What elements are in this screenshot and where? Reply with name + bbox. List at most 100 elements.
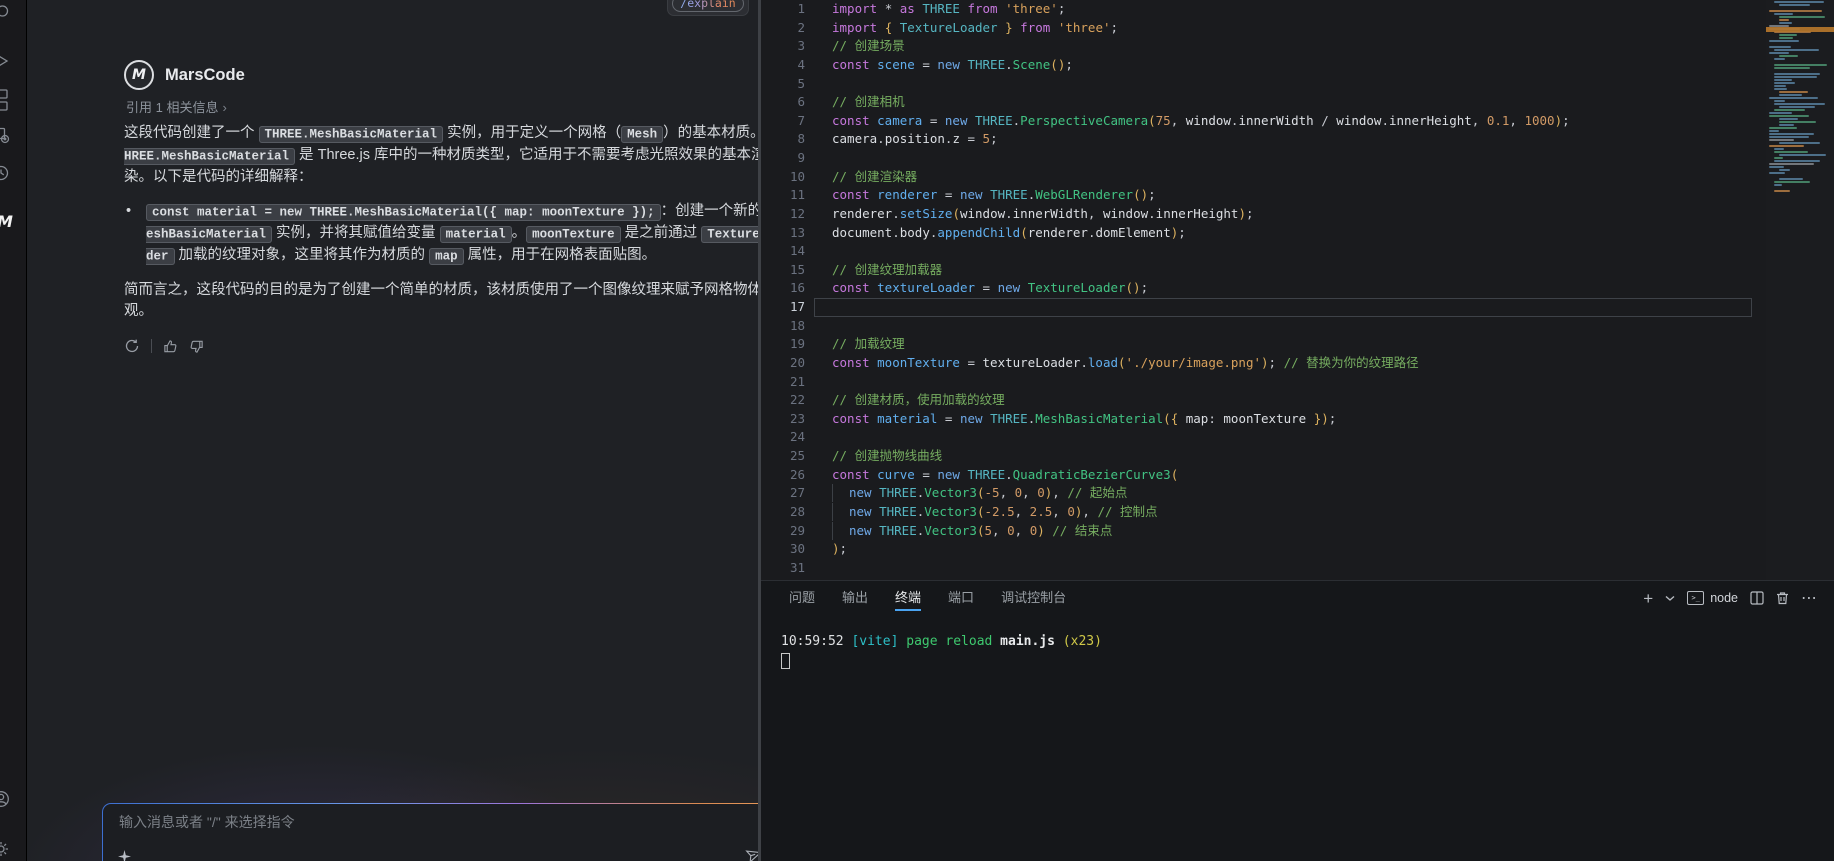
code-line[interactable]: 27new THREE.Vector3(-5, 0, 0), // 起始点 — [761, 484, 1752, 503]
code-text[interactable]: // 加载纹理 — [805, 335, 1752, 354]
extensions-icon[interactable] — [0, 88, 27, 118]
terminal-dropdown-button[interactable] — [1665, 594, 1675, 602]
code-line[interactable]: 22// 创建材质，使用加载的纹理 — [761, 391, 1752, 410]
line-number: 2 — [761, 19, 805, 38]
panel-tab-终端[interactable]: 终端 — [895, 583, 921, 613]
thumbs-down-button[interactable] — [189, 339, 204, 354]
code-text[interactable]: const moonTexture = textureLoader.load('… — [805, 354, 1752, 373]
code-line[interactable]: 3// 创建场景 — [761, 37, 1752, 56]
panel-tab-调试控制台[interactable]: 调试控制台 — [1001, 583, 1066, 613]
code-line[interactable]: 9 — [761, 149, 1752, 168]
code-line[interactable]: 14 — [761, 242, 1752, 261]
code-line[interactable]: 24 — [761, 428, 1752, 447]
reference-toggle[interactable]: 引用 1 相关信息› — [126, 97, 227, 116]
code-line[interactable]: 13document.body.appendChild(renderer.dom… — [761, 224, 1752, 243]
code-line[interactable]: 25// 创建抛物线曲线 — [761, 447, 1752, 466]
marscode-activity-icon[interactable]: M — [0, 212, 27, 234]
panel-tab-输出[interactable]: 输出 — [842, 583, 868, 613]
terminal-output[interactable]: 10:59:52 [vite] page reload main.js (x23… — [781, 633, 1102, 650]
code-text[interactable]: // 创建抛物线曲线 — [805, 447, 1752, 466]
code-line[interactable]: 16const textureLoader = new TextureLoade… — [761, 279, 1752, 298]
minimap[interactable] — [1766, 0, 1834, 580]
code-line[interactable]: 23const material = new THREE.MeshBasicMa… — [761, 410, 1752, 429]
panel-tab-问题[interactable]: 问题 — [789, 583, 815, 613]
minimap-line — [1769, 115, 1809, 117]
code-line[interactable]: 8camera.position.z = 5; — [761, 130, 1752, 149]
code-line[interactable]: 4const scene = new THREE.Scene(); — [761, 56, 1752, 75]
code-text[interactable]: import * as THREE from 'three'; — [805, 0, 1752, 19]
code-text[interactable] — [805, 149, 1752, 168]
code-line[interactable]: 7const camera = new THREE.PerspectiveCam… — [761, 112, 1752, 131]
code-line[interactable]: 30); — [761, 540, 1752, 559]
split-terminal-button[interactable] — [1750, 591, 1764, 605]
code-line[interactable]: 29new THREE.Vector3(5, 0, 0) // 结束点 — [761, 522, 1752, 541]
panel-tab-端口[interactable]: 端口 — [948, 583, 974, 613]
code-text[interactable]: ); — [805, 540, 1752, 559]
code-line[interactable]: 6// 创建相机 — [761, 93, 1752, 112]
code-text[interactable] — [805, 559, 1752, 578]
panel-resize-sash[interactable] — [758, 0, 761, 861]
explain-command-chip[interactable]: /explain — [667, 0, 749, 16]
code-line[interactable]: 11const renderer = new THREE.WebGLRender… — [761, 186, 1752, 205]
code-text[interactable] — [805, 373, 1752, 392]
code-line[interactable]: 20const moonTexture = textureLoader.load… — [761, 354, 1752, 373]
code-text[interactable]: const renderer = new THREE.WebGLRenderer… — [805, 186, 1752, 205]
sparkle-icon[interactable] — [118, 850, 131, 861]
code-line[interactable]: 10// 创建渲染器 — [761, 168, 1752, 187]
code-text[interactable]: new THREE.Vector3(-5, 0, 0), // 起始点 — [805, 484, 1752, 503]
account-icon[interactable] — [0, 790, 27, 812]
code-text[interactable]: new THREE.Vector3(-2.5, 2.5, 0), // 控制点 — [805, 503, 1752, 522]
code-line[interactable]: 31 — [761, 559, 1752, 578]
code-text[interactable]: // 创建材质，使用加载的纹理 — [805, 391, 1752, 410]
code-line[interactable]: 21 — [761, 373, 1752, 392]
code-line[interactable]: 12renderer.setSize(window.innerWidth, wi… — [761, 205, 1752, 224]
code-line[interactable]: 5 — [761, 75, 1752, 94]
code-text[interactable] — [805, 75, 1752, 94]
code-text[interactable]: const scene = new THREE.Scene(); — [805, 56, 1752, 75]
code-text[interactable]: const curve = new THREE.QuadraticBezierC… — [805, 466, 1752, 485]
code-text[interactable] — [805, 242, 1752, 261]
code-line[interactable]: 18 — [761, 317, 1752, 336]
terminal-shell-label: node — [1710, 591, 1738, 605]
regenerate-button[interactable] — [124, 338, 140, 354]
kill-terminal-button[interactable] — [1776, 591, 1789, 605]
terminal-instance-node[interactable]: >_ node — [1687, 591, 1738, 605]
explain-command-label: /explain — [672, 0, 743, 12]
code-text[interactable]: // 创建渲染器 — [805, 168, 1752, 187]
code-line[interactable]: 17 — [761, 298, 1752, 317]
code-lines[interactable]: 1import * as THREE from 'three';2import … — [761, 0, 1752, 580]
thumbs-up-button[interactable] — [163, 339, 178, 354]
code-text[interactable] — [805, 317, 1752, 336]
code-line[interactable]: 28new THREE.Vector3(-2.5, 2.5, 0), // 控制… — [761, 503, 1752, 522]
code-line[interactable]: 26const curve = new THREE.QuadraticBezie… — [761, 466, 1752, 485]
code-text[interactable] — [805, 428, 1752, 447]
reference-label: 引用 1 相关信息 — [126, 100, 218, 115]
code-text[interactable]: document.body.appendChild(renderer.domEl… — [805, 224, 1752, 243]
code-text[interactable]: import { TextureLoader } from 'three'; — [805, 19, 1752, 38]
code-text[interactable]: const textureLoader = new TextureLoader(… — [805, 279, 1752, 298]
code-text[interactable]: camera.position.z = 5; — [805, 130, 1752, 149]
code-editor[interactable]: 1import * as THREE from 'three';2import … — [761, 0, 1834, 580]
inline-code-chip: const material = new THREE.MeshBasicMate… — [146, 204, 661, 221]
new-terminal-button[interactable]: + — [1643, 590, 1653, 607]
code-text[interactable]: // 创建相机 — [805, 93, 1752, 112]
code-text[interactable]: renderer.setSize(window.innerWidth, wind… — [805, 205, 1752, 224]
remote-containers-icon[interactable] — [0, 126, 27, 148]
code-line[interactable]: 19// 加载纹理 — [761, 335, 1752, 354]
code-text[interactable]: const camera = new THREE.PerspectiveCame… — [805, 112, 1752, 131]
run-debug-icon[interactable] — [0, 52, 27, 74]
code-text[interactable]: new THREE.Vector3(5, 0, 0) // 结束点 — [805, 522, 1752, 541]
code-line[interactable]: 15// 创建纹理加载器 — [761, 261, 1752, 280]
code-text[interactable]: // 创建纹理加载器 — [805, 261, 1752, 280]
chat-input[interactable] — [119, 814, 719, 830]
code-line[interactable]: 1import * as THREE from 'three'; — [761, 0, 1752, 19]
history-icon[interactable] — [0, 164, 27, 186]
settings-gear-icon[interactable] — [0, 840, 27, 861]
code-text[interactable]: // 创建场景 — [805, 37, 1752, 56]
code-text[interactable] — [814, 298, 1752, 317]
code-text[interactable]: const material = new THREE.MeshBasicMate… — [805, 410, 1752, 429]
search-icon[interactable] — [0, 4, 27, 26]
code-line[interactable]: 2import { TextureLoader } from 'three'; — [761, 19, 1752, 38]
more-actions-button[interactable]: ⋯ — [1801, 588, 1818, 608]
send-button[interactable] — [746, 846, 758, 861]
